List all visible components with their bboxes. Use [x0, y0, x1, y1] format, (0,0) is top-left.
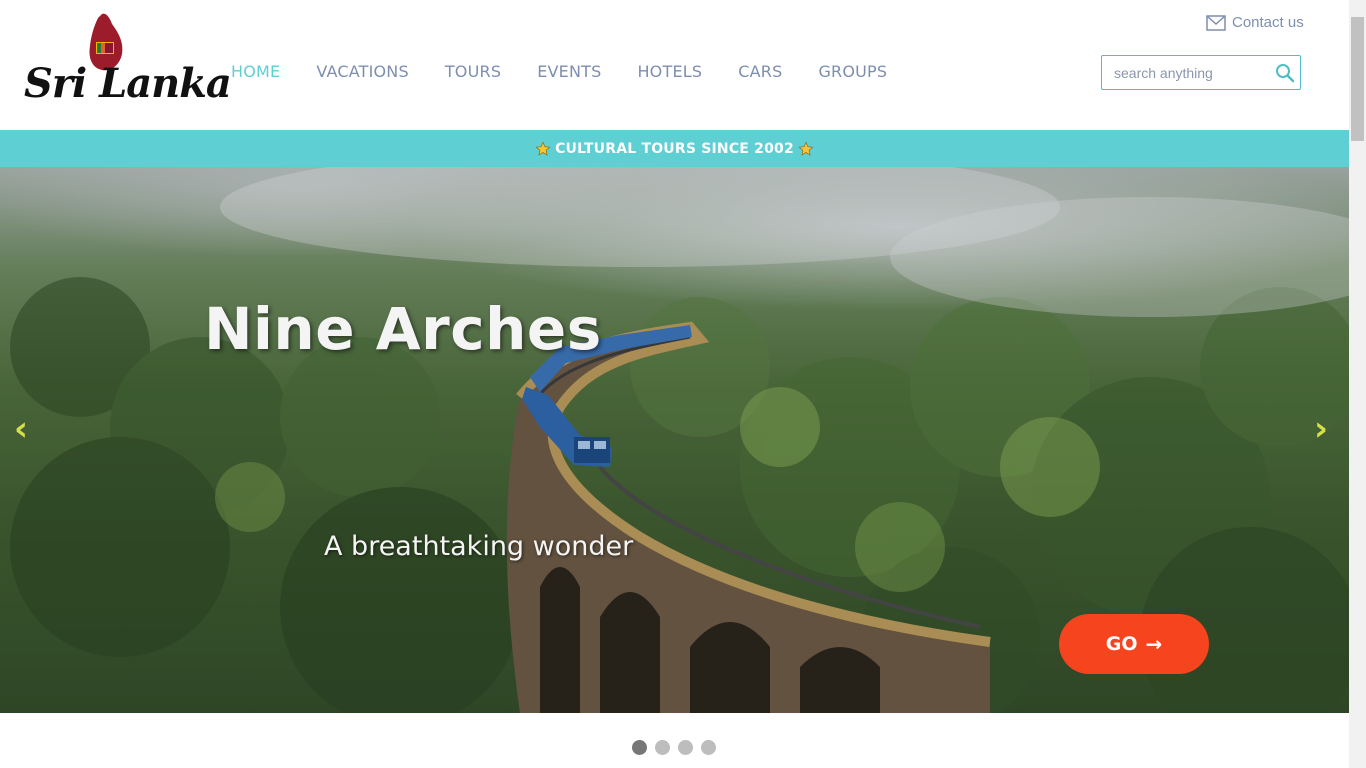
- contact-label: Contact us: [1232, 14, 1304, 31]
- site-header: Sri Lanka HOME VACATIONS TOURS EVENTS HO…: [0, 0, 1349, 130]
- search-box: [1101, 55, 1301, 90]
- hero-slider: Nine Arches A breathtaking wonder ‹ › GO…: [0, 167, 1349, 713]
- nav-item-hotels[interactable]: HOTELS: [637, 62, 702, 81]
- carousel-dot-2[interactable]: [655, 740, 670, 755]
- logo[interactable]: Sri Lanka: [24, 8, 232, 126]
- logo-text: Sri Lanka: [24, 60, 232, 107]
- promo-banner: CULTURAL TOURS SINCE 2002: [0, 130, 1349, 167]
- main-nav: HOME VACATIONS TOURS EVENTS HOTELS CARS …: [231, 62, 923, 81]
- carousel-dot-3[interactable]: [678, 740, 693, 755]
- carousel-dot-1[interactable]: [632, 740, 647, 755]
- search-input[interactable]: [1102, 56, 1272, 89]
- carousel-indicators: [632, 740, 724, 755]
- nav-item-cars[interactable]: CARS: [738, 62, 782, 81]
- slide-title: Nine Arches: [204, 295, 602, 363]
- nav-item-events[interactable]: EVENTS: [537, 62, 601, 81]
- go-button-label: GO: [1105, 633, 1138, 655]
- star-icon: [798, 141, 814, 156]
- prev-slide-button[interactable]: ‹: [14, 412, 28, 446]
- go-button[interactable]: GO →: [1059, 614, 1209, 674]
- nav-item-vacations[interactable]: VACATIONS: [316, 62, 408, 81]
- nav-item-groups[interactable]: GROUPS: [818, 62, 887, 81]
- star-icon: [535, 141, 551, 156]
- nav-item-home[interactable]: HOME: [231, 62, 280, 81]
- search-icon[interactable]: [1275, 63, 1295, 83]
- mail-icon: [1206, 14, 1226, 31]
- page-scrollbar[interactable]: [1349, 0, 1366, 768]
- slide-subtitle: A breathtaking wonder: [324, 531, 634, 562]
- arrow-right-icon: →: [1145, 632, 1163, 656]
- carousel-dot-4[interactable]: [701, 740, 716, 755]
- next-slide-button[interactable]: ›: [1314, 412, 1328, 446]
- contact-link[interactable]: Contact us: [1206, 14, 1304, 31]
- banner-text: CULTURAL TOURS SINCE 2002: [555, 140, 794, 157]
- nav-item-tours[interactable]: TOURS: [445, 62, 501, 81]
- scrollbar-thumb[interactable]: [1351, 17, 1364, 141]
